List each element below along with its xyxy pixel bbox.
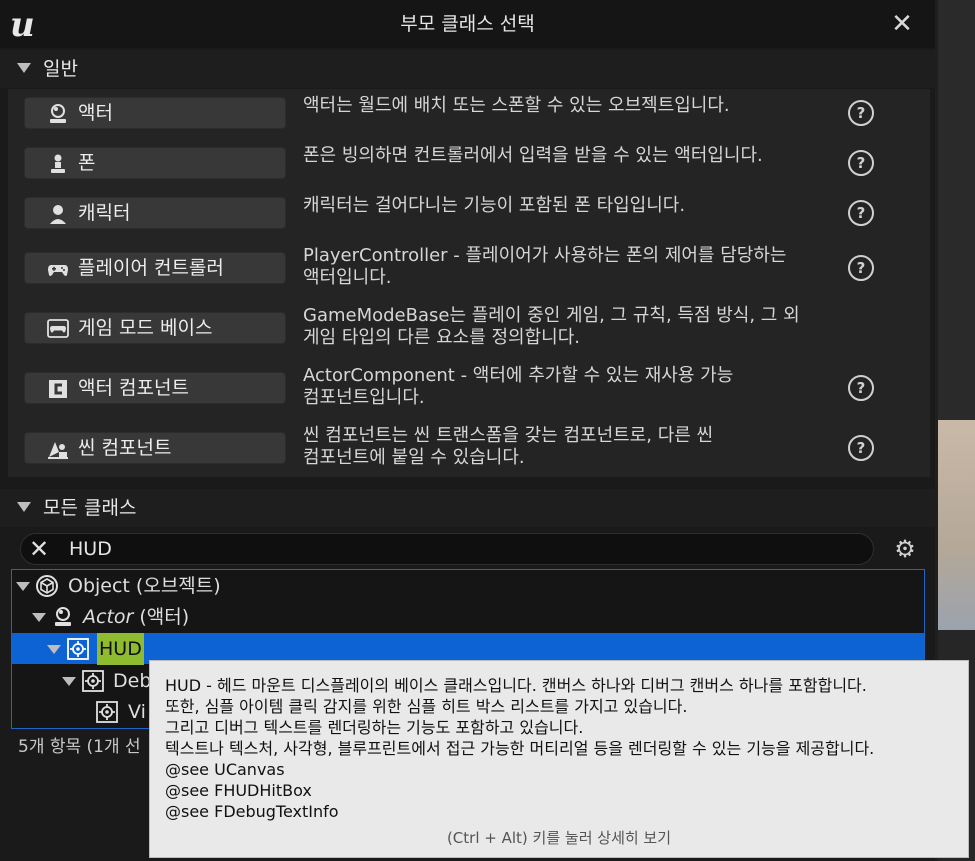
tooltip-body: HUD - 헤드 마운트 디스플레이의 베이스 클래스입니다. 캔버스 하나와 … bbox=[165, 675, 960, 822]
tooltip-line: 그리고 디버그 텍스트를 렌더링하는 기능도 포함하고 있습니다. bbox=[165, 718, 584, 737]
help-icon[interactable]: ? bbox=[848, 200, 874, 226]
actor-component-class-description: ActorComponent - 액터에 추가할 수 있는 재사용 가능 컴포넌… bbox=[303, 365, 734, 408]
player-controller-class-description: PlayerController - 플레이어가 사용하는 폰의 제어를 담당하… bbox=[303, 245, 787, 288]
tooltip-footer: (Ctrl + Alt) 키를 눌러 상세히 보기 bbox=[446, 829, 672, 847]
help-icon[interactable]: ? bbox=[848, 375, 874, 401]
player-controller-class-label: 플레이어 컨트롤러 bbox=[78, 257, 224, 279]
hud-icon bbox=[67, 638, 89, 660]
tree-item-actor-name: Actor bbox=[83, 606, 134, 628]
expand-arrow-icon bbox=[16, 582, 30, 591]
expand-arrow-icon bbox=[32, 613, 46, 622]
class-search-input[interactable]: ✕ HUD bbox=[20, 533, 874, 565]
hud-icon bbox=[82, 670, 104, 692]
pawn-class-description: 폰은 빙의하면 컨트롤러에서 입력을 받을 수 있는 액터입니다. bbox=[303, 145, 763, 166]
pawn-class-label: 폰 bbox=[78, 152, 96, 174]
general-section-label: 일반 bbox=[43, 58, 78, 80]
game-mode-icon bbox=[47, 319, 69, 338]
title-bar: u 부모 클래스 선택 ✕ bbox=[0, 0, 935, 48]
tooltip-line: 또한, 심플 아이템 클릭 감지를 위한 심플 히트 박스 리스트를 가지고 있… bbox=[165, 697, 688, 716]
clear-search-icon[interactable]: ✕ bbox=[28, 536, 50, 562]
actor-class-description: 액터는 월드에 배치 또는 스폰할 수 있는 오브젝트입니다. bbox=[303, 95, 730, 116]
tree-item-object-name: Object bbox=[68, 575, 130, 597]
collapse-arrow-icon bbox=[17, 63, 31, 73]
scene-component-class-description: 씬 컴포넌트는 씬 트랜스폼을 갖는 컴포넌트로, 다른 씬 컴포넌트에 붙일 … bbox=[303, 425, 714, 468]
general-section-header[interactable]: 일반 bbox=[0, 50, 935, 88]
scene-component-class-button[interactable]: 씬 컴포넌트 bbox=[24, 432, 286, 464]
gamepad-icon bbox=[48, 265, 68, 276]
common-class-row: 게임 모드 베이스 GameModeBase는 플레이 중인 게임, 그 규칙,… bbox=[8, 299, 930, 359]
tooltip-line: @see UCanvas bbox=[165, 760, 285, 779]
expand-arrow-icon bbox=[62, 677, 76, 686]
all-classes-section-label: 모든 클래스 bbox=[43, 497, 137, 519]
actor-component-class-button[interactable]: 액터 컴포넌트 bbox=[24, 372, 286, 404]
collapse-arrow-icon bbox=[17, 502, 31, 512]
actor-icon bbox=[55, 607, 71, 626]
actor-class-button[interactable]: 액터 bbox=[24, 97, 286, 129]
class-search-value: HUD bbox=[69, 538, 112, 560]
hud-icon bbox=[96, 701, 118, 723]
tree-item-object-suffix: (오브젝트) bbox=[129, 575, 221, 597]
class-tooltip: HUD - 헤드 마운트 디스플레이의 베이스 클래스입니다. 캔버스 하나와 … bbox=[149, 660, 969, 858]
common-class-row: 액터 컴포넌트 ActorComponent - 액터에 추가할 수 있는 재사… bbox=[8, 359, 930, 419]
pawn-icon bbox=[51, 154, 65, 173]
player-controller-class-button[interactable]: 플레이어 컨트롤러 bbox=[24, 252, 286, 284]
help-icon[interactable]: ? bbox=[848, 150, 874, 176]
tree-item-debug-name: Deb bbox=[113, 670, 152, 692]
game-mode-base-class-label: 게임 모드 베이스 bbox=[78, 317, 213, 339]
character-class-label: 캐릭터 bbox=[78, 202, 131, 224]
scene-component-class-label: 씬 컴포넌트 bbox=[78, 437, 172, 459]
tooltip-line: HUD - 헤드 마운트 디스플레이의 베이스 클래스입니다. 캔버스 하나와 … bbox=[165, 676, 867, 695]
game-mode-base-class-description: GameModeBase는 플레이 중인 게임, 그 규칙, 득점 방식, 그 … bbox=[303, 305, 800, 348]
common-classes-panel: 액터 액터는 월드에 배치 또는 스폰할 수 있는 오브젝트입니다. ? 폰 폰… bbox=[8, 89, 930, 477]
character-icon bbox=[50, 205, 66, 224]
help-icon[interactable]: ? bbox=[848, 435, 874, 461]
actor-component-class-label: 액터 컴포넌트 bbox=[78, 377, 189, 399]
tree-item-object[interactable]: Object (오브젝트) bbox=[12, 570, 912, 602]
gear-icon[interactable]: ⚙ bbox=[892, 535, 918, 563]
actor-class-label: 액터 bbox=[78, 102, 113, 124]
character-class-description: 캐릭터는 걸어다니는 기능이 포함된 폰 타입입니다. bbox=[303, 195, 686, 216]
common-class-row: 씬 컴포넌트 씬 컴포넌트는 씬 트랜스폼을 갖는 컴포넌트로, 다른 씬 컴포… bbox=[8, 419, 930, 479]
help-icon[interactable]: ? bbox=[848, 255, 874, 281]
help-icon[interactable]: ? bbox=[848, 100, 874, 126]
all-classes-section-header[interactable]: 모든 클래스 bbox=[0, 489, 935, 527]
character-class-button[interactable]: 캐릭터 bbox=[24, 197, 286, 229]
tree-item-hud-name: HUD bbox=[97, 633, 144, 665]
actor-component-icon bbox=[49, 380, 67, 398]
pawn-class-button[interactable]: 폰 bbox=[24, 147, 286, 179]
scene-component-icon bbox=[48, 442, 68, 459]
tooltip-line: @see FHUDHitBox bbox=[165, 781, 312, 800]
item-count-status: 5개 항목 (1개 선 bbox=[18, 737, 141, 757]
close-icon[interactable]: ✕ bbox=[888, 10, 916, 38]
expand-arrow-icon bbox=[47, 645, 61, 654]
game-mode-base-class-button[interactable]: 게임 모드 베이스 bbox=[24, 312, 286, 344]
tooltip-line: @see FDebugTextInfo bbox=[165, 802, 339, 821]
tooltip-line: 텍스트나 텍스처, 사각형, 블루프린트에서 접근 가능한 머티리얼 등을 렌더… bbox=[165, 739, 875, 758]
actor-icon bbox=[50, 104, 66, 123]
tree-item-actor[interactable]: Actor (액터) bbox=[12, 601, 912, 633]
tree-item-actor-suffix: (액터) bbox=[133, 606, 190, 628]
common-class-row: 플레이어 컨트롤러 PlayerController - 플레이어가 사용하는 … bbox=[8, 239, 930, 299]
object-cube-icon bbox=[36, 575, 58, 597]
dialog-title: 부모 클래스 선택 bbox=[400, 13, 535, 35]
tree-item-vis-name: Vi bbox=[128, 701, 146, 723]
